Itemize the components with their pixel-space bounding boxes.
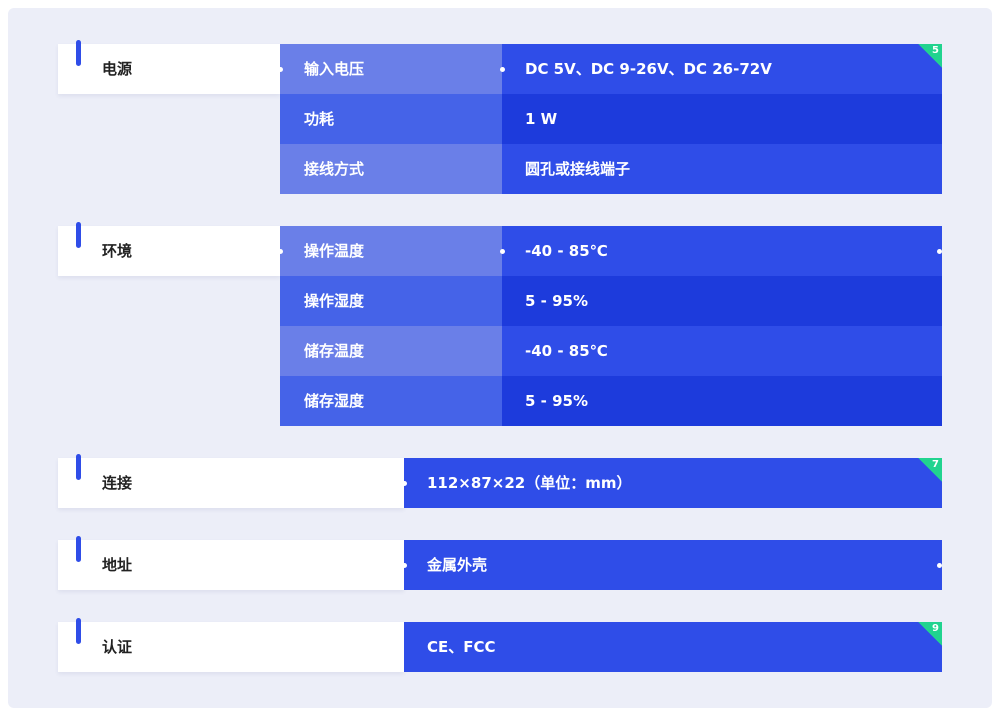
connector-dot	[500, 249, 505, 254]
spec-key: 储存湿度	[280, 376, 502, 426]
spec-key: 接线方式	[280, 144, 502, 194]
category-card: 认证	[58, 618, 404, 672]
connector-dot	[937, 249, 942, 254]
accent-bar	[76, 454, 81, 480]
section-address: 地址 金属外壳	[58, 536, 942, 590]
connector-dot	[500, 67, 505, 72]
connector-dot	[402, 481, 407, 486]
section-connection: 连接 112×87×22（单位：mm） 7	[58, 454, 942, 508]
category-label: 环境	[102, 242, 133, 260]
spec-value: -40 - 85℃	[502, 226, 942, 276]
accent-bar	[76, 222, 81, 248]
page-badge: 5	[918, 44, 942, 68]
spec-row-op-temp: 操作温度 -40 - 85℃	[280, 226, 942, 276]
spec-row-wiring: 接线方式 圆孔或接线端子	[280, 144, 942, 194]
spec-key: 输入电压	[280, 44, 502, 94]
connector-dot	[278, 67, 283, 72]
spec-value: 金属外壳	[404, 540, 942, 590]
spec-key: 操作湿度	[280, 276, 502, 326]
spec-value: DC 5V、DC 9-26V、DC 26-72V	[502, 44, 942, 94]
category-card: 连接	[58, 454, 404, 508]
spec-row-certs: CE、FCC 9	[404, 622, 942, 672]
page-badge: 9	[918, 622, 942, 646]
accent-bar	[76, 40, 81, 66]
page-badge: 7	[918, 458, 942, 482]
spec-value: 5 - 95%	[502, 376, 942, 426]
spec-value: -40 - 85℃	[502, 326, 942, 376]
spec-key: 操作温度	[280, 226, 502, 276]
connector-dot	[278, 249, 283, 254]
section-environment: 环境 操作温度 -40 - 85℃ 操作湿度 5 - 95% 储存温度 -40 …	[58, 222, 942, 426]
spec-key: 功耗	[280, 94, 502, 144]
category-card: 地址	[58, 536, 404, 590]
category-card: 电源	[58, 40, 280, 94]
connector-dot	[402, 563, 407, 568]
spec-value: 圆孔或接线端子	[502, 144, 942, 194]
section-certification: 认证 CE、FCC 9	[58, 618, 942, 672]
spec-value: 1 W	[502, 94, 942, 144]
spec-row-housing: 金属外壳	[404, 540, 942, 590]
section-power: 电源 输入电压 DC 5V、DC 9-26V、DC 26-72V 5 功耗 1 …	[58, 40, 942, 194]
spec-value: 5 - 95%	[502, 276, 942, 326]
spec-row-op-humidity: 操作湿度 5 - 95%	[280, 276, 942, 326]
spec-value: CE、FCC	[404, 622, 942, 672]
spec-row-storage-temp: 储存温度 -40 - 85℃	[280, 326, 942, 376]
connector-dot	[937, 563, 942, 568]
accent-bar	[76, 536, 81, 562]
category-label: 连接	[102, 474, 133, 492]
spec-row-dimensions: 112×87×22（单位：mm） 7	[404, 458, 942, 508]
spec-key: 储存温度	[280, 326, 502, 376]
category-label: 地址	[102, 556, 133, 574]
spec-row-storage-humidity: 储存湿度 5 - 95%	[280, 376, 942, 426]
spec-row-power: 功耗 1 W	[280, 94, 942, 144]
spec-row-input-voltage: 输入电压 DC 5V、DC 9-26V、DC 26-72V 5	[280, 44, 942, 94]
category-card: 环境	[58, 222, 280, 276]
spec-value: 112×87×22（单位：mm）	[404, 458, 942, 508]
category-label: 电源	[102, 60, 133, 78]
accent-bar	[76, 618, 81, 644]
category-label: 认证	[102, 638, 133, 656]
